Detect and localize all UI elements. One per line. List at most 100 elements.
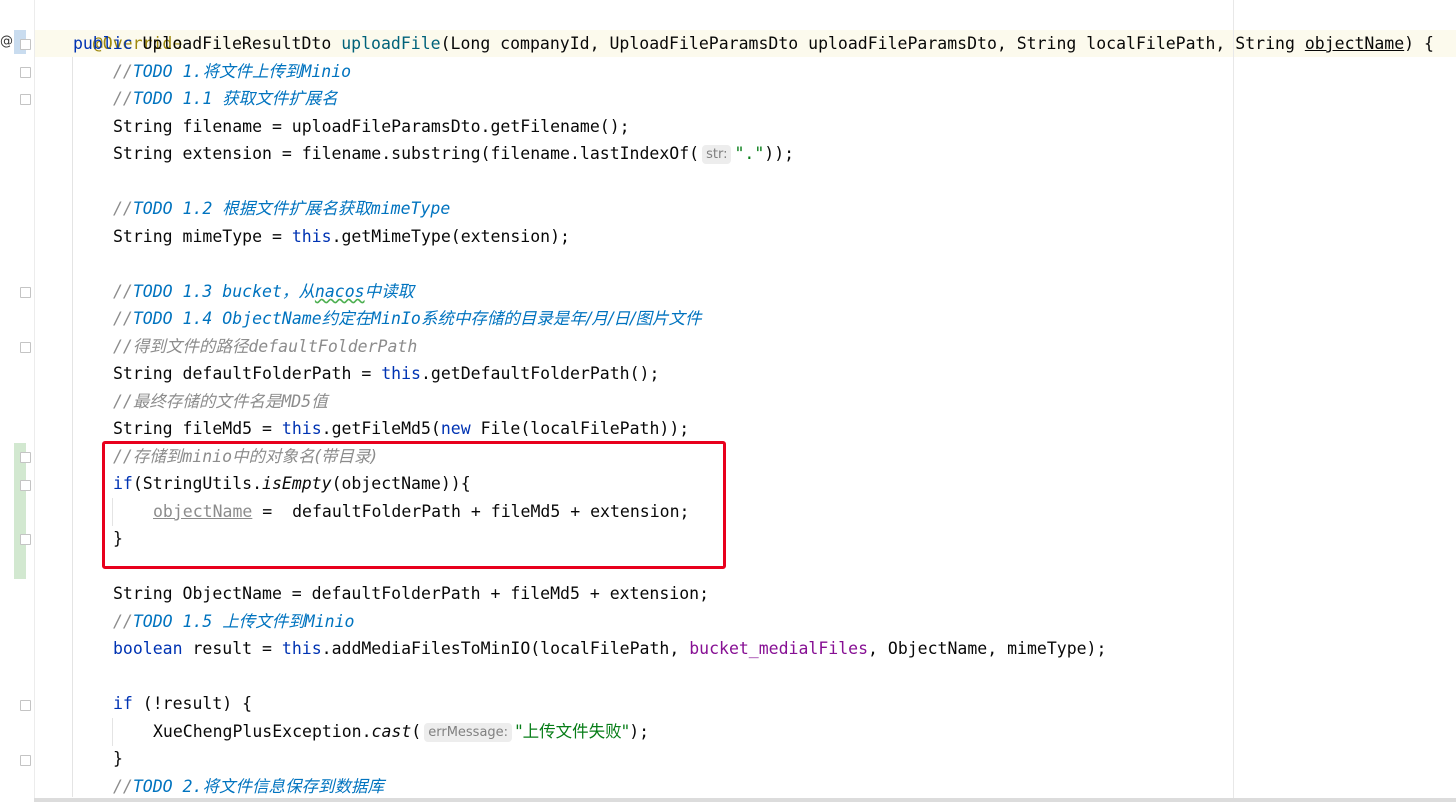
code-comment[interactable]: //TODO 1.5 上传文件到Minio bbox=[113, 608, 354, 635]
code-token: 上传文件到 bbox=[222, 612, 305, 631]
code-line[interactable]: String extension = filename.substring(fi… bbox=[113, 140, 794, 167]
code-token: (Long companyId, UploadFileParamsDto upl… bbox=[440, 34, 1305, 53]
fold-marker-icon[interactable] bbox=[20, 480, 31, 491]
code-token: // bbox=[113, 62, 133, 81]
code-line[interactable]: } bbox=[113, 745, 123, 772]
code-comment[interactable]: //最终存储的文件名是MD5值 bbox=[113, 388, 328, 415]
code-token: String filename = uploadFileParamsDto.ge… bbox=[113, 117, 630, 136]
code-line[interactable]: String filename = uploadFileParamsDto.ge… bbox=[113, 113, 630, 140]
code-token: TODO bbox=[132, 309, 173, 328]
code-token: .getMimeType(extension); bbox=[331, 227, 570, 246]
code-token: 将文件信息保存到数据库 bbox=[202, 777, 384, 796]
fold-marker-icon[interactable] bbox=[20, 287, 31, 298]
override-method-icon[interactable]: @ bbox=[0, 34, 13, 49]
code-token: )); bbox=[764, 144, 795, 163]
code-token: result = bbox=[182, 639, 282, 658]
code-line[interactable]: String ObjectName = defaultFolderPath + … bbox=[113, 580, 709, 607]
code-token: if bbox=[113, 694, 133, 713]
code-line[interactable]: if (!result) { bbox=[113, 690, 252, 717]
code-token: 获取文件扩展名 bbox=[222, 89, 338, 108]
code-token: .addMediaFilesToMinIO(localFilePath, bbox=[321, 639, 690, 658]
code-token: String extension = filename.substring(fi… bbox=[113, 144, 700, 163]
indent-guide bbox=[72, 57, 73, 797]
code-token: objectName bbox=[1304, 34, 1405, 53]
code-token: "." bbox=[734, 144, 765, 163]
code-token: 1.2 bbox=[172, 199, 223, 218]
code-token: ，从 bbox=[281, 282, 315, 301]
code-token: TODO bbox=[132, 612, 173, 631]
fold-marker-icon[interactable] bbox=[20, 452, 31, 463]
vcs-change-marker[interactable] bbox=[14, 443, 26, 579]
code-token: // bbox=[113, 612, 133, 631]
code-token: String fileMd5 = bbox=[113, 419, 282, 438]
code-token: "上传文件失败" bbox=[515, 722, 630, 741]
fold-marker-icon[interactable] bbox=[20, 342, 31, 353]
code-line[interactable]: boolean result = this.addMediaFilesToMin… bbox=[113, 635, 1106, 662]
code-token: ( bbox=[411, 722, 422, 741]
code-token: .getDefaultFolderPath(); bbox=[420, 364, 660, 383]
code-token: // bbox=[113, 777, 133, 796]
code-comment[interactable]: //TODO 1.2 根据文件扩展名获取mimeType bbox=[113, 195, 450, 222]
code-token: } bbox=[113, 749, 123, 768]
code-token: 2. bbox=[172, 777, 203, 796]
fold-marker-icon[interactable] bbox=[20, 94, 31, 105]
code-token: bucket_medialFiles bbox=[689, 639, 869, 658]
fold-marker-icon[interactable] bbox=[20, 39, 31, 50]
code-comment[interactable]: //TODO 1.4 ObjectName约定在MinIo系统中存储的目录是年/… bbox=[113, 305, 702, 332]
fold-marker-icon[interactable] bbox=[20, 755, 31, 766]
code-line[interactable]: public UploadFileResultDto uploadFile(Lo… bbox=[73, 30, 1434, 57]
code-line[interactable]: String fileMd5 = this.getFileMd5(new Fil… bbox=[113, 415, 689, 442]
code-token: uploadFile bbox=[341, 34, 441, 53]
code-line[interactable]: String mimeType = this.getMimeType(exten… bbox=[113, 223, 570, 250]
code-token: .getFileMd5( bbox=[321, 419, 441, 438]
code-token: MD5 bbox=[281, 392, 312, 411]
highlight-annotation-box bbox=[102, 441, 726, 569]
code-token: 1.5 bbox=[172, 612, 223, 631]
code-token: MinIo bbox=[371, 309, 421, 328]
code-comment[interactable]: //得到文件的路径defaultFolderPath bbox=[113, 333, 417, 360]
code-token: 1.4 ObjectName bbox=[172, 309, 322, 328]
code-token: 1.1 bbox=[172, 89, 223, 108]
code-token: 系统中存储的目录是年/月/日/图片文件 bbox=[420, 309, 702, 328]
fold-marker-icon[interactable] bbox=[20, 700, 31, 711]
code-token: 得到文件的路径 bbox=[132, 337, 249, 356]
code-token: 最终存储的文件名是 bbox=[132, 392, 282, 411]
code-token: this bbox=[281, 639, 322, 658]
code-token: defaultFolderPath bbox=[248, 337, 418, 356]
indent-guide bbox=[112, 718, 113, 746]
code-line[interactable]: String defaultFolderPath = this.getDefau… bbox=[113, 360, 659, 387]
code-token: public bbox=[73, 34, 133, 53]
code-comment[interactable]: //TODO 1.将文件上传到Minio bbox=[113, 58, 351, 85]
code-token: TODO bbox=[132, 62, 173, 81]
code-token: UploadFileResultDto bbox=[142, 34, 332, 53]
code-token: Minio bbox=[304, 612, 355, 631]
code-comment[interactable]: //TODO 1.1 获取文件扩展名 bbox=[113, 85, 338, 112]
code-token: 根据文件扩展名获取 bbox=[222, 199, 371, 218]
parameter-hint: errMessage: bbox=[424, 723, 513, 742]
code-token: ); bbox=[629, 722, 650, 741]
code-token: XueChengPlusException. bbox=[153, 722, 372, 741]
code-token: this bbox=[281, 419, 322, 438]
code-token: 1.3 bucket bbox=[172, 282, 282, 301]
code-token: 值 bbox=[311, 392, 328, 411]
code-token: // bbox=[113, 282, 133, 301]
code-token: TODO bbox=[132, 777, 173, 796]
code-comment[interactable]: //TODO 1.3 bucket，从nacos中读取 bbox=[113, 278, 414, 305]
horizontal-scrollbar[interactable] bbox=[34, 798, 1456, 802]
code-token: this bbox=[381, 364, 421, 383]
code-token: mimeType bbox=[370, 199, 451, 218]
code-comment[interactable]: //TODO 2.将文件信息保存到数据库 bbox=[113, 773, 384, 800]
code-token: String mimeType = bbox=[113, 227, 292, 246]
code-line[interactable]: XueChengPlusException.cast(errMessage: "上… bbox=[153, 718, 649, 745]
code-token: Minio bbox=[301, 62, 352, 81]
typo-marker: nacos bbox=[314, 282, 365, 301]
code-token: // bbox=[113, 309, 133, 328]
code-token: TODO bbox=[132, 89, 173, 108]
editor-gutter: @ bbox=[0, 0, 35, 802]
code-line[interactable]: @Override bbox=[73, 3, 182, 53]
fold-marker-icon[interactable] bbox=[20, 534, 31, 545]
code-token: new bbox=[440, 419, 471, 438]
code-token: 将文件上传到 bbox=[202, 62, 302, 81]
fold-marker-icon[interactable] bbox=[20, 67, 31, 78]
code-token: , ObjectName, mimeType); bbox=[868, 639, 1107, 658]
